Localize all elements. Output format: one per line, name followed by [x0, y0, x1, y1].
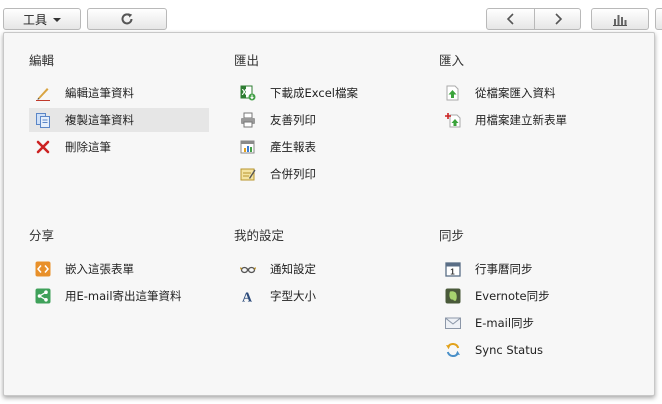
menu-item-embed-form[interactable]: 嵌入這張表單	[29, 257, 219, 281]
font-size-icon: A	[240, 288, 256, 305]
printer-icon	[240, 112, 256, 128]
menu-item-label: 複製這筆資料	[65, 113, 134, 127]
menu-item-label: Sync Status	[475, 343, 544, 357]
menu-item-label: Evernote同步	[475, 289, 550, 303]
file-import-icon	[445, 85, 461, 101]
menu-item-font-size[interactable]: A 字型大小	[234, 284, 414, 308]
embed-icon	[35, 261, 51, 277]
email-icon	[445, 315, 461, 331]
menu-item-delete-record[interactable]: 刪除這筆	[29, 135, 209, 159]
evernote-icon	[445, 288, 461, 304]
menu-item-import-from-file[interactable]: 從檔案匯入資料	[439, 81, 629, 105]
menu-item-email-record[interactable]: 用E-mail寄出這筆資料	[29, 284, 219, 308]
excel-download-icon: X	[240, 85, 256, 101]
menu-item-download-excel[interactable]: X 下載成Excel檔案	[234, 81, 414, 105]
chevron-left-icon	[506, 13, 514, 25]
chevron-right-icon	[554, 13, 562, 25]
menu-item-label: 用E-mail寄出這筆資料	[65, 289, 182, 303]
menu-item-copy-record[interactable]: 複製這筆資料	[29, 108, 209, 132]
menu-item-label: 編輯這筆資料	[65, 86, 134, 100]
menu-item-evernote-sync[interactable]: Evernote同步	[439, 284, 629, 308]
menu-item-mail-merge[interactable]: 合併列印	[234, 162, 414, 186]
menu-item-email-sync[interactable]: E-mail同步	[439, 311, 629, 335]
share-icon	[35, 288, 51, 304]
bar-chart-icon	[613, 14, 627, 26]
chart-button[interactable]	[591, 8, 649, 30]
menu-item-label: 產生報表	[270, 140, 316, 154]
menu-item-new-form-from-file[interactable]: 用檔案建立新表單	[439, 108, 629, 132]
section-title-export: 匯出	[234, 53, 260, 68]
delete-icon	[35, 139, 51, 155]
menu-item-notification-settings[interactable]: 通知設定	[234, 257, 414, 281]
next-record-button[interactable]	[534, 8, 581, 30]
menu-item-print[interactable]: 友善列印	[234, 108, 414, 132]
refresh-button[interactable]	[87, 8, 167, 30]
menu-item-label: 字型大小	[270, 289, 316, 303]
menu-item-edit-record[interactable]: 編輯這筆資料	[29, 81, 209, 105]
mail-merge-icon	[240, 166, 256, 182]
sync-icon	[445, 342, 461, 358]
menu-item-label: 刪除這筆	[65, 140, 111, 154]
glasses-icon	[240, 261, 256, 277]
more-button[interactable]	[655, 8, 662, 30]
svg-text:A: A	[242, 291, 253, 305]
copy-icon	[35, 112, 51, 128]
menu-item-label: 行事曆同步	[475, 262, 533, 276]
svg-text:X: X	[242, 88, 248, 97]
tools-label: 工具	[22, 12, 47, 27]
menu-item-sync-status[interactable]: Sync Status	[439, 338, 629, 362]
menu-item-label: 嵌入這張表單	[65, 262, 134, 276]
section-title-sync: 同步	[439, 228, 465, 243]
tools-menu-button[interactable]: 工具	[3, 8, 81, 30]
section-title-import: 匯入	[439, 53, 465, 68]
menu-item-label: 通知設定	[270, 262, 316, 276]
previous-record-button[interactable]	[486, 8, 535, 30]
section-title-share: 分享	[29, 228, 55, 243]
svg-text:1: 1	[450, 268, 455, 277]
menu-item-generate-report[interactable]: 產生報表	[234, 135, 414, 159]
pencil-icon	[35, 85, 51, 101]
calendar-icon: 1	[445, 261, 461, 277]
menu-item-label: 合併列印	[270, 167, 316, 181]
new-form-from-file-icon	[445, 112, 461, 128]
refresh-icon	[121, 13, 133, 25]
caret-down-icon	[53, 17, 61, 22]
menu-item-label: 用檔案建立新表單	[475, 113, 567, 127]
menu-item-label: 下載成Excel檔案	[270, 86, 358, 100]
tools-dropdown-menu: 編輯 編輯這筆資料 複製這筆資料 刪除這筆 匯出 X 下載成Excel檔案 友善…	[3, 32, 655, 396]
section-title-settings: 我的設定	[234, 228, 285, 243]
report-icon	[240, 139, 256, 155]
menu-item-label: 友善列印	[270, 113, 316, 127]
menu-item-calendar-sync[interactable]: 1 行事曆同步	[439, 257, 629, 281]
menu-item-label: E-mail同步	[475, 316, 535, 330]
menu-item-label: 從檔案匯入資料	[475, 86, 556, 100]
section-title-edit: 編輯	[29, 53, 55, 68]
